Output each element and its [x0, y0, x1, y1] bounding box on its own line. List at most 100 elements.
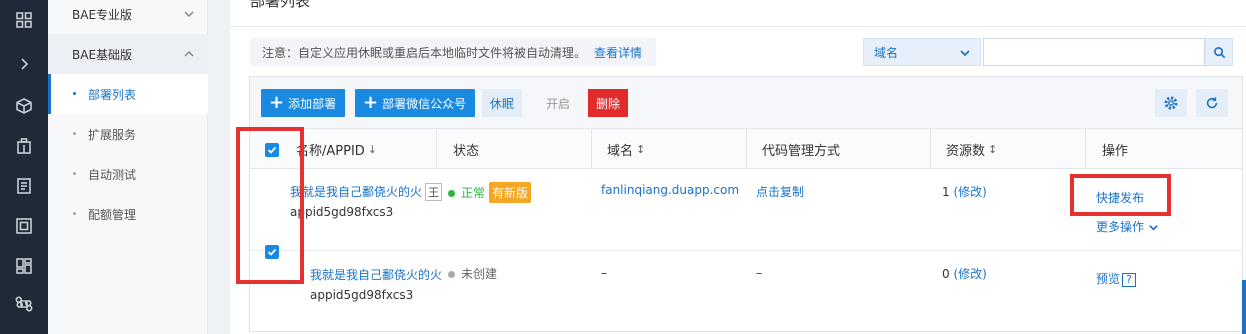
notice-link[interactable]: 查看详情: [594, 44, 642, 61]
column-header-resources[interactable]: 资源数 ↕: [946, 129, 997, 169]
column-header-code-mgmt: 代码管理方式: [762, 143, 841, 159]
page-title: 部署列表: [250, 0, 311, 10]
column-divider: [1085, 129, 1086, 169]
search-field-select[interactable]: 域名: [863, 38, 981, 66]
sort-icon: ↕: [636, 142, 646, 156]
search-button[interactable]: [1205, 38, 1233, 66]
sidebar-item-label: 配额管理: [88, 207, 137, 222]
chevron-right-icon[interactable]: [14, 54, 34, 74]
chevron-down-icon: [184, 11, 194, 18]
delete-button[interactable]: 删除: [588, 89, 629, 117]
column-header-status: 状态: [453, 143, 480, 159]
notice-banner: 注意：自定义应用休眠或重启后本地临时文件将被自动清理。 查看详情: [250, 38, 656, 66]
resource-count: 0 (修改): [942, 265, 987, 282]
domain-text: –: [601, 266, 607, 280]
nav-group-label: BAE专业版: [72, 7, 133, 22]
secondary-sidebar: BAE专业版 BAE基础版 部署列表 扩展服务 自动测试 配额管理: [48, 0, 208, 334]
quick-publish-highlight-box: [1070, 174, 1171, 216]
status-ok-icon: [448, 190, 455, 197]
button-label: 添加部署: [288, 96, 337, 111]
domain-link[interactable]: fanlinqiang.duapp.com: [601, 183, 739, 197]
scrollbar[interactable]: [1242, 280, 1246, 334]
dashboard-icon[interactable]: [14, 256, 34, 276]
resource-count: 1 (修改): [942, 183, 987, 200]
status-text: 正常: [461, 186, 486, 200]
table-toolbar: + 添加部署 + 部署微信公众号 休眠 开启 删除: [250, 77, 1242, 129]
app-name-link[interactable]: 我就是我自己鄱侥火的火王: [290, 183, 443, 201]
cube-icon[interactable]: [14, 96, 34, 116]
refresh-icon: [1206, 97, 1218, 109]
search-field-label: 域名: [874, 45, 899, 60]
icon-rail: [0, 0, 48, 334]
button-label: 部署微信公众号: [382, 96, 467, 111]
add-deploy-button[interactable]: + 添加部署: [261, 89, 346, 117]
column-divider: [591, 129, 592, 169]
column-header-name[interactable]: 名称/APPID ↓: [296, 129, 377, 169]
modify-link[interactable]: (修改): [953, 185, 986, 199]
column-label: 名称/APPID: [296, 143, 365, 159]
status-none-icon: [448, 271, 455, 278]
building-icon[interactable]: [14, 136, 34, 156]
nav-group-bae-basic[interactable]: BAE基础版: [48, 34, 208, 74]
column-header-actions: 操作: [1102, 143, 1129, 159]
bullet-icon: [73, 92, 76, 95]
start-button[interactable]: 开启: [538, 89, 578, 117]
gear-icon: [1164, 96, 1178, 110]
bullet-icon: [73, 212, 76, 215]
grid-icon[interactable]: [14, 10, 34, 30]
sidebar-item-deploy-list[interactable]: 部署列表: [48, 74, 208, 114]
code-mgmt-text: –: [756, 266, 762, 280]
sidebar-item-quota[interactable]: 配额管理: [48, 194, 208, 234]
sleep-button[interactable]: 休眠: [482, 89, 523, 117]
nav-group-bae-pro[interactable]: BAE专业版: [48, 0, 208, 34]
app-name: 我就是我自己鄱侥火的火: [290, 185, 423, 199]
resource-number: 1: [942, 185, 950, 199]
search-icon: [1213, 46, 1225, 58]
settings-button[interactable]: [1155, 89, 1187, 117]
frame-icon[interactable]: [14, 216, 34, 236]
copy-link[interactable]: 点击复制: [756, 183, 804, 200]
more-actions-dropdown[interactable]: 更多操作: [1096, 218, 1159, 235]
search-input[interactable]: [983, 38, 1205, 66]
plus-icon: +: [269, 92, 285, 113]
app-name-link[interactable]: 我就是我自己鄱侥火的火: [310, 266, 442, 283]
new-version-badge[interactable]: 有新版: [489, 182, 532, 203]
command-icon[interactable]: [14, 294, 34, 314]
chevron-down-icon: [1149, 225, 1158, 231]
preview-label: 预览: [1096, 272, 1121, 286]
checkbox-highlight-box: [236, 127, 304, 284]
modify-link[interactable]: (修改): [953, 267, 986, 281]
chevron-up-icon: [184, 50, 194, 57]
sidebar-item-label: 自动测试: [88, 167, 137, 182]
column-header-domain[interactable]: 域名 ↕: [607, 129, 645, 169]
deploy-wechat-button[interactable]: + 部署微信公众号: [355, 89, 476, 117]
document-icon[interactable]: [14, 176, 34, 196]
nav-group-label: BAE基础版: [72, 47, 133, 62]
status-cell: 未创建: [448, 265, 497, 282]
sidebar-item-label: 部署列表: [88, 87, 137, 102]
app-id: appid5gd98fxcs3: [290, 205, 394, 219]
sort-desc-icon: ↓: [367, 142, 378, 156]
sidebar-item-extensions[interactable]: 扩展服务: [48, 114, 208, 154]
resource-number: 0: [942, 267, 950, 281]
more-actions-label: 更多操作: [1096, 220, 1145, 234]
refresh-button[interactable]: [1196, 89, 1228, 117]
app-id: appid5gd98fxcs3: [310, 288, 414, 302]
column-label: 资源数: [946, 143, 986, 159]
notice-text: 注意：自定义应用休眠或重启后本地临时文件将被自动清理。: [262, 45, 587, 60]
plus-icon: +: [363, 92, 379, 113]
bullet-icon: [73, 172, 76, 175]
column-divider: [436, 129, 437, 169]
table-row: 我就是我自己鄱侥火的火 appid5gd98fxcs3 未创建 – – 0 (修…: [250, 245, 1242, 331]
help-icon[interactable]: ?: [1122, 273, 1137, 287]
bullet-icon: [73, 132, 76, 135]
preview-link[interactable]: 预览?: [1096, 270, 1137, 287]
sidebar-item-label: 扩展服务: [88, 127, 137, 142]
sidebar-item-auto-test[interactable]: 自动测试: [48, 154, 208, 194]
main-panel: 部署列表 注意：自定义应用休眠或重启后本地临时文件将被自动清理。 查看详情 域名…: [230, 0, 1246, 334]
status-text: 未创建: [461, 267, 498, 281]
column-divider: [746, 129, 747, 169]
sort-icon: ↕: [988, 142, 998, 156]
status-cell: 正常 有新版: [448, 182, 532, 203]
chevron-down-icon: [960, 50, 970, 57]
